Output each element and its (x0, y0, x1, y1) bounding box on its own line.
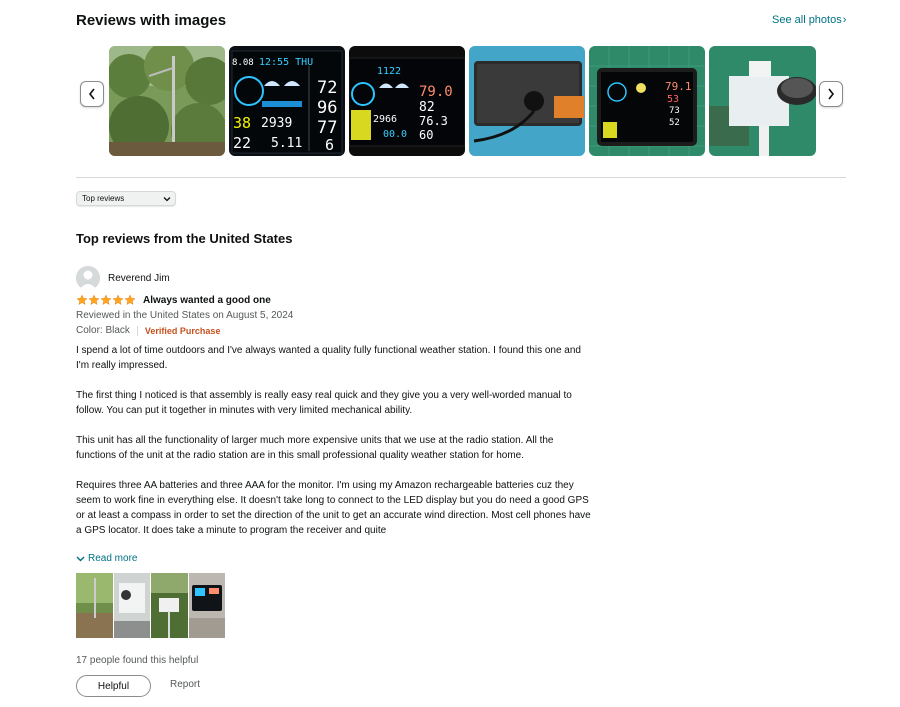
review-image-thumbnail-5[interactable]: 79.1 53 73 52 (589, 46, 705, 156)
outdoor-mast-photo (76, 573, 113, 638)
display-text: 00.0 (383, 129, 408, 140)
display-text: 53 (667, 94, 680, 105)
sensor-assembly-photo (709, 46, 816, 156)
star-icon (100, 294, 112, 305)
display-text: 2939 (261, 116, 293, 131)
chevron-left-icon (88, 88, 95, 100)
display-text: 77 (317, 118, 338, 138)
see-all-photos-link[interactable]: See all photos› (772, 14, 846, 26)
star-icon (88, 294, 100, 305)
review-paragraph: The first thing I noticed is that assemb… (76, 390, 572, 416)
review-title[interactable]: Always wanted a good one (143, 295, 271, 306)
outdoor-mast-photo (151, 573, 188, 638)
display-text: 5.11 (271, 136, 303, 151)
review-attached-image-2[interactable] (114, 573, 150, 638)
review-body: I spend a lot of time outdoors and I've … (76, 343, 596, 551)
sort-selected-value: Top reviews (82, 194, 125, 203)
weather-display-photo (189, 573, 225, 638)
display-text: 73 (669, 106, 680, 116)
user-icon (76, 266, 100, 290)
review-attached-image-1[interactable] (76, 573, 113, 638)
helpful-button[interactable]: Helpful (76, 675, 151, 697)
star-icon (112, 294, 124, 305)
star-icon (76, 294, 88, 305)
avatar (76, 266, 100, 290)
review-variant-line: Color: Black Verified Purchase (76, 325, 220, 336)
review-date: Reviewed in the United States on August … (76, 310, 294, 321)
display-text: 82 (419, 100, 435, 115)
product-color: Color: Black (76, 325, 130, 336)
review-paragraph: Requires three AA batteries and three AA… (76, 480, 591, 536)
section-divider (76, 177, 846, 178)
reviewer-name[interactable]: Reverend Jim (108, 273, 170, 284)
star-icon (124, 294, 136, 305)
reviews-with-images-title: Reviews with images (76, 12, 227, 29)
report-link[interactable]: Report (170, 679, 200, 690)
display-text: 52 (669, 118, 680, 128)
display-text: 1122 (377, 66, 402, 77)
display-text: 22 (233, 134, 252, 152)
display-text: 79.1 (665, 80, 692, 93)
review-image-thumbnail-1[interactable] (109, 46, 225, 156)
read-more-link[interactable]: Read more (76, 553, 137, 564)
display-text: 72 (317, 78, 338, 98)
display-text: 6 (325, 136, 335, 154)
chevron-right-icon (828, 88, 835, 100)
display-text: 96 (317, 98, 338, 118)
display-back-cable-photo (469, 46, 585, 156)
display-text: 60 (419, 128, 434, 142)
separator (136, 325, 138, 336)
read-more-label: Read more (88, 553, 138, 564)
outdoor-mast-photo (109, 46, 225, 156)
sort-reviews-dropdown[interactable]: Top reviews (76, 191, 176, 206)
verified-purchase-badge: Verified Purchase (144, 325, 221, 336)
display-text: 8.08 (232, 58, 254, 68)
display-text: 12:55 THU (259, 57, 314, 68)
display-text: 79.0 (419, 84, 453, 100)
chevron-down-icon (76, 556, 85, 561)
review-image-thumbnail-2[interactable]: 8.08 12:55 THU 38 2939 22 5.11 72 96 77 … (229, 46, 345, 156)
chevron-down-icon (163, 197, 171, 202)
review-attached-image-4[interactable] (189, 573, 225, 638)
review-image-thumbnail-3[interactable]: 1122 79.0 82 2966 76.3 00.0 60 (349, 46, 465, 156)
star-rating[interactable] (76, 294, 136, 306)
see-all-photos-label: See all photos (772, 14, 842, 26)
review-image-thumbnail-6[interactable] (709, 46, 816, 156)
sensor-assembly-photo (114, 573, 150, 638)
carousel-next-button[interactable] (819, 81, 843, 107)
helpful-count: 17 people found this helpful (76, 655, 199, 666)
review-attached-image-3[interactable] (151, 573, 188, 638)
display-text: 76.3 (419, 114, 448, 128)
weather-display-photo (589, 46, 705, 156)
display-text: 38 (233, 114, 252, 132)
carousel-prev-button[interactable] (80, 81, 104, 107)
review-paragraph: This unit has all the functionality of l… (76, 435, 554, 461)
chevron-right-icon: › (842, 14, 847, 26)
display-text: 2966 (373, 114, 398, 125)
review-image-thumbnail-4[interactable] (469, 46, 585, 156)
top-reviews-heading: Top reviews from the United States (76, 231, 293, 246)
review-paragraph: I spend a lot of time outdoors and I've … (76, 345, 581, 371)
